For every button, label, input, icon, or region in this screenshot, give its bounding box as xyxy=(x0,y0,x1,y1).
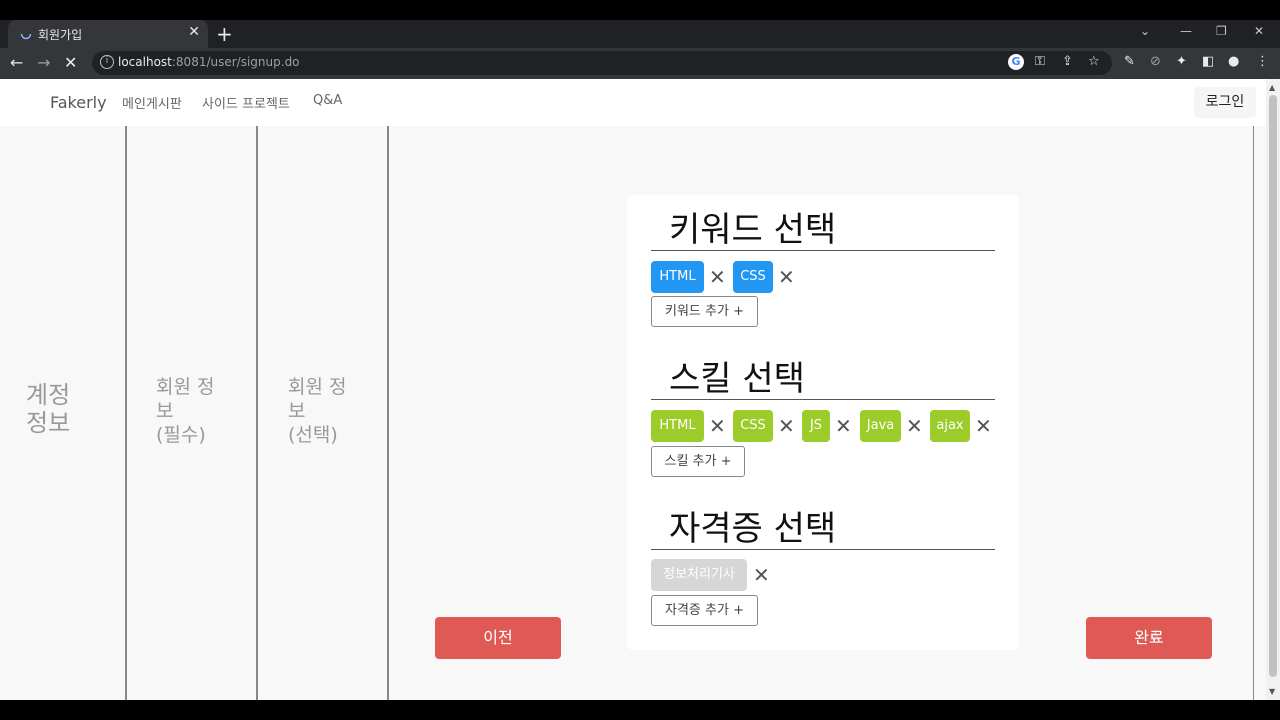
key-icon[interactable]: ⚿ xyxy=(1035,54,1045,69)
step1-line: 정보 xyxy=(26,409,71,437)
step2-line: 보 xyxy=(156,400,174,422)
nav-link-qna[interactable]: Q&A xyxy=(313,93,342,108)
skill-chip: CSS xyxy=(733,410,773,442)
step1-label: 계정 정보 xyxy=(26,381,70,437)
loading-icon xyxy=(20,28,32,40)
remove-icon[interactable]: ✕ xyxy=(709,416,726,436)
skill-chip: HTML xyxy=(651,410,704,442)
step-divider xyxy=(125,126,127,700)
scrollbar-thumb[interactable] xyxy=(1269,95,1277,677)
address-bar[interactable]: i localhost:8081/user/signup.do G ⚿ ⇪ ☆ xyxy=(92,51,1112,75)
scroll-down-icon[interactable]: ▼ xyxy=(1269,687,1275,696)
extensions-icon[interactable]: ✦ xyxy=(1176,54,1187,69)
selection-card: 키워드 선택 HTML ✕ CSS ✕ 키워드 추가 + 스킬 선택 HTML … xyxy=(627,195,1019,650)
extension-pen-icon[interactable]: ✎ xyxy=(1124,54,1135,69)
skill-section-title: 스킬 선택 xyxy=(651,358,995,400)
tab-close-icon[interactable]: ✕ xyxy=(188,24,200,40)
forward-icon[interactable]: → xyxy=(37,53,50,72)
minimize-icon[interactable]: — xyxy=(1180,24,1192,38)
remove-icon[interactable]: ✕ xyxy=(753,565,770,585)
browser-window: 회원가입 ✕ + ⌄ — ❐ ✕ ← → ✕ i localhost:8081/… xyxy=(0,0,1280,720)
skill-chip: JS xyxy=(802,410,830,442)
add-cert-button[interactable]: 자격증 추가 + xyxy=(651,595,758,626)
nav-link-main-board[interactable]: 메인게시판 xyxy=(122,93,182,112)
stop-loading-icon[interactable]: ✕ xyxy=(64,53,77,72)
step3-label: 회원 정 보 (선택) xyxy=(288,375,346,447)
page-scrollbar[interactable]: ▲ ▼ xyxy=(1266,79,1280,700)
remove-icon[interactable]: ✕ xyxy=(835,416,852,436)
url-host: localhost xyxy=(118,55,172,69)
step3-line: 보 xyxy=(288,400,306,422)
url-text: localhost:8081/user/signup.do xyxy=(118,55,300,69)
keyword-chip: HTML xyxy=(651,261,704,293)
page-viewport: Fakerly 메인게시판 사이드 프로젝트 Q&A 로그인 계정 정보 회원 … xyxy=(0,79,1266,700)
url-path: :8081/user/signup.do xyxy=(171,55,300,69)
login-button[interactable]: 로그인 xyxy=(1194,87,1256,118)
hand-cursor-icon: ☝ xyxy=(1150,628,1159,644)
step1-line: 계정 xyxy=(26,381,71,409)
tab-strip: 회원가입 ✕ + ⌄ — ❐ ✕ xyxy=(0,20,1280,48)
keyword-chip: CSS xyxy=(733,261,773,293)
nav-link-side-project[interactable]: 사이드 프로젝트 xyxy=(202,93,290,112)
add-skill-button[interactable]: 스킬 추가 + xyxy=(651,446,745,477)
menu-icon[interactable]: ⋮ xyxy=(1256,54,1269,69)
step-divider xyxy=(256,126,258,700)
profile-icon[interactable]: ● xyxy=(1228,54,1239,69)
side-panel-icon[interactable]: ◧ xyxy=(1202,54,1214,69)
step3-line: (선택) xyxy=(288,424,338,446)
step-divider xyxy=(387,126,389,700)
tab-title: 회원가입 xyxy=(38,28,83,42)
bottom-edge xyxy=(0,700,1280,720)
step2-line: 회원 정 xyxy=(156,376,215,398)
done-button[interactable]: 완료 xyxy=(1086,617,1212,659)
tab-search-icon[interactable]: ⌄ xyxy=(1140,24,1150,38)
keyword-section-title: 키워드 선택 xyxy=(651,209,995,251)
google-icon[interactable]: G xyxy=(1008,54,1024,70)
site-info-icon[interactable]: i xyxy=(100,55,114,69)
step2-line: (필수) xyxy=(156,424,206,446)
brand-logo[interactable]: Fakerly xyxy=(50,93,107,112)
cert-chip: 정보처리기사 xyxy=(651,559,747,591)
back-icon[interactable]: ← xyxy=(10,53,23,72)
cert-section-title: 자격증 선택 xyxy=(651,508,995,550)
skill-chip: ajax xyxy=(930,410,970,442)
prev-button[interactable]: 이전 xyxy=(435,617,561,659)
remove-icon[interactable]: ✕ xyxy=(709,267,726,287)
extension-disabled-icon[interactable]: ⊘ xyxy=(1150,54,1161,69)
remove-icon[interactable]: ✕ xyxy=(906,416,923,436)
remove-icon[interactable]: ✕ xyxy=(778,416,795,436)
share-icon[interactable]: ⇪ xyxy=(1062,54,1073,69)
scroll-up-icon[interactable]: ▲ xyxy=(1269,83,1275,92)
browser-toolbar: ← → ✕ i localhost:8081/user/signup.do G … xyxy=(0,48,1280,79)
window-close-icon[interactable]: ✕ xyxy=(1254,24,1264,38)
add-keyword-button[interactable]: 키워드 추가 + xyxy=(651,296,758,327)
restore-icon[interactable]: ❐ xyxy=(1216,24,1227,38)
step2-label: 회원 정 보 (필수) xyxy=(156,375,214,447)
bookmark-star-icon[interactable]: ☆ xyxy=(1088,54,1100,69)
remove-icon[interactable]: ✕ xyxy=(778,267,795,287)
remove-icon[interactable]: ✕ xyxy=(975,416,992,436)
tab-signup[interactable]: 회원가입 ✕ xyxy=(8,20,208,48)
site-navbar: Fakerly 메인게시판 사이드 프로젝트 Q&A 로그인 xyxy=(0,79,1266,126)
skill-chip: Java xyxy=(860,410,901,442)
new-tab-button[interactable]: + xyxy=(216,22,233,46)
step3-line: 회원 정 xyxy=(288,376,347,398)
